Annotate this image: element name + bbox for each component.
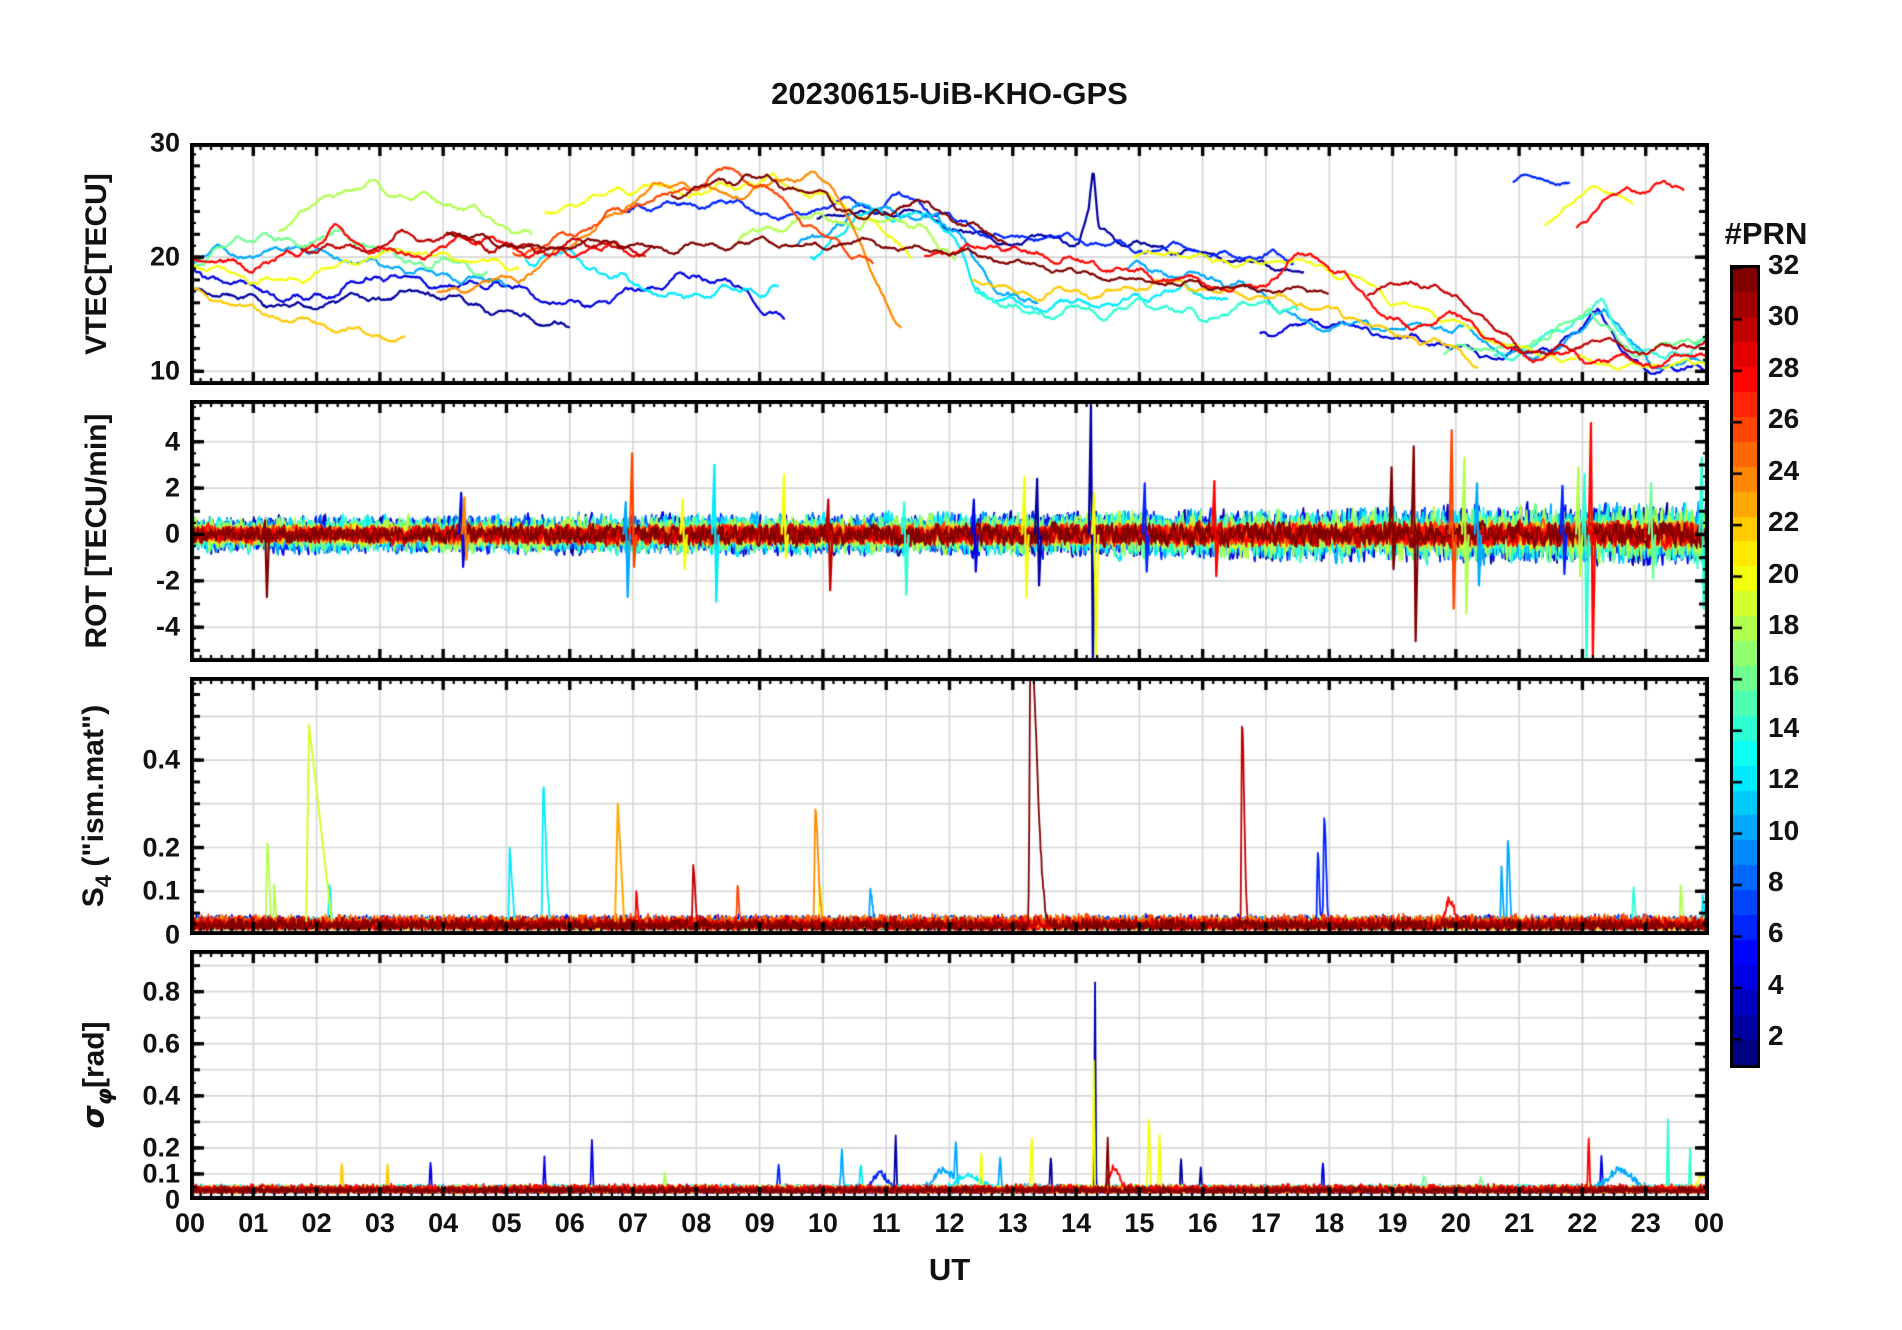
- ytick-rot-2: 2: [164, 472, 180, 503]
- ytick-rot--4: -4: [155, 611, 180, 642]
- ytick-s4-0.1: 0.1: [142, 875, 180, 906]
- x-axis-label: UT: [928, 1252, 971, 1287]
- ytick-s4-0.2: 0.2: [142, 832, 180, 863]
- xtick-24: 00: [1693, 1208, 1725, 1238]
- prn-colorbar: [1730, 265, 1760, 1068]
- s4-panel: [190, 677, 1709, 935]
- colorbar-tick-2: 2: [1768, 1020, 1784, 1052]
- colorbar-tick-20: 20: [1768, 557, 1800, 589]
- colorbar-tick-24: 24: [1768, 454, 1800, 486]
- ytick-rot--2: -2: [155, 565, 180, 596]
- ytick-sigma_phi-0.8: 0.8: [142, 976, 180, 1007]
- colorbar-tick-8: 8: [1768, 866, 1784, 898]
- ytick-vtec-30: 30: [149, 127, 180, 158]
- ytick-s4-0.4: 0.4: [142, 744, 180, 775]
- ytick-vtec-10: 10: [149, 355, 180, 386]
- colorbar-tick-10: 10: [1768, 814, 1800, 846]
- sigma-phi-panel: [190, 950, 1709, 1200]
- colorbar-tick-18: 18: [1768, 608, 1800, 640]
- ytick-s4-0: 0: [164, 919, 180, 950]
- colorbar-tick-32: 32: [1768, 249, 1800, 280]
- colorbar-tick-26: 26: [1768, 403, 1800, 435]
- colorbar-tick-6: 6: [1768, 917, 1784, 949]
- ytick-rot-0: 0: [164, 518, 180, 549]
- colorbar-tick-12: 12: [1768, 763, 1800, 795]
- rot-panel: [190, 400, 1709, 662]
- chart-title: 20230615-UiB-KHO-GPS: [771, 76, 1128, 111]
- colorbar-tick-30: 30: [1768, 300, 1800, 332]
- colorbar-title: #PRN: [1724, 216, 1808, 251]
- vtec-panel: [190, 143, 1709, 385]
- colorbar-tick-22: 22: [1768, 506, 1800, 538]
- colorbar-tick-14: 14: [1768, 711, 1800, 743]
- ytick-vtec-20: 20: [149, 241, 180, 272]
- ytick-sigma_phi-0.2: 0.2: [142, 1132, 180, 1163]
- colorbar-tick-16: 16: [1768, 660, 1800, 692]
- ytick-sigma_phi-0.4: 0.4: [142, 1080, 180, 1111]
- ytick-rot-4: 4: [164, 426, 180, 457]
- colorbar-tick-4: 4: [1768, 968, 1784, 1000]
- ytick-sigma_phi-0.6: 0.6: [142, 1028, 180, 1059]
- figure: 20230615-UiB-KHO-GPS #PRN VTEC[TECU] ROT …: [0, 0, 1902, 1330]
- colorbar-tick-28: 28: [1768, 351, 1800, 383]
